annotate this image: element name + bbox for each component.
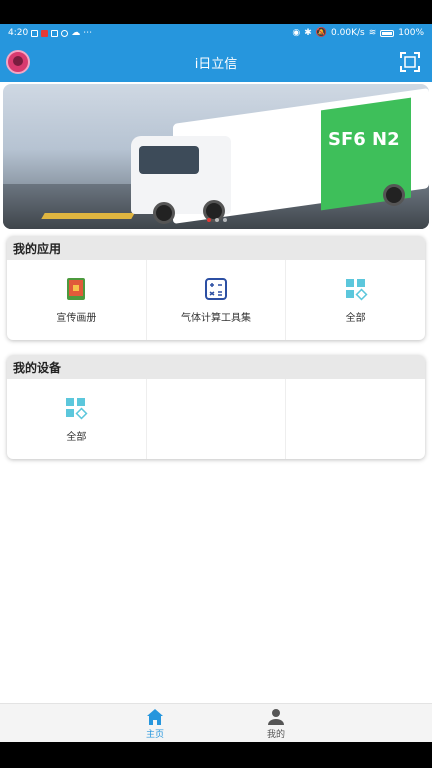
- top-bezel: [0, 0, 432, 24]
- scan-icon[interactable]: [400, 52, 420, 72]
- my-apps-title: 我的应用: [7, 236, 425, 260]
- device-empty-slot: [147, 379, 287, 459]
- my-devices-title: 我的设备: [7, 355, 425, 379]
- tab-home[interactable]: 主页: [135, 708, 175, 740]
- app-item-all[interactable]: 全部: [286, 260, 425, 340]
- device-item-all[interactable]: 全部: [7, 379, 147, 459]
- app-item-label: 全部: [345, 312, 366, 324]
- app-bar: i日立信: [0, 42, 432, 82]
- truck-window: [139, 146, 199, 174]
- truck-wheel: [383, 184, 405, 206]
- battery-icon: [380, 29, 395, 37]
- notification-icon: [41, 29, 49, 37]
- truck-wheel: [153, 202, 175, 224]
- battery-level: 100%: [398, 28, 424, 38]
- carousel-indicator: [207, 218, 227, 222]
- alarm-icon: [51, 29, 59, 37]
- tab-mine-label: 我的: [266, 730, 285, 740]
- banner-lane-marking: [41, 213, 135, 219]
- my-devices-card: 我的设备 全部: [7, 355, 425, 459]
- mute-icon: 🔕: [315, 28, 328, 38]
- all-apps-icon: [66, 397, 88, 420]
- device-item-label: 全部: [66, 431, 87, 443]
- device-empty-slot: [286, 379, 425, 459]
- trailer-text: SF6 N2: [328, 129, 400, 150]
- shield-icon: [61, 29, 69, 37]
- banner-carousel[interactable]: SF6 N2: [3, 84, 429, 229]
- app-item-gas-calculator[interactable]: 气体计算工具集: [147, 260, 287, 340]
- status-time: 4:20: [8, 28, 29, 38]
- app-item-label: 宣传画册: [56, 312, 97, 324]
- bottom-bezel: [0, 742, 432, 768]
- wifi-icon: ≋: [368, 28, 377, 38]
- calculator-icon: [205, 277, 227, 300]
- bottom-tab-bar: 主页 我的: [0, 703, 432, 742]
- app-item-label: 气体计算工具集: [181, 312, 251, 324]
- network-speed: 0.00K/s: [331, 28, 365, 38]
- sim-icon: [31, 29, 39, 37]
- person-icon: [268, 709, 284, 725]
- app-item-brochure[interactable]: 宣传画册: [7, 260, 147, 340]
- carousel-dot[interactable]: [207, 218, 211, 222]
- brochure-icon: [67, 277, 86, 300]
- carousel-dot[interactable]: [215, 218, 219, 222]
- bluetooth-icon: ✱: [304, 28, 312, 38]
- my-apps-card: 我的应用 宣传画册 气体计算工具集 全部: [7, 236, 425, 340]
- carousel-dot[interactable]: [223, 218, 227, 222]
- cloud-icon: ☁ ⋯: [71, 28, 93, 38]
- all-apps-icon: [345, 278, 368, 301]
- eye-icon: ◉: [292, 28, 301, 38]
- tab-mine[interactable]: 我的: [256, 708, 296, 740]
- tab-home-label: 主页: [145, 730, 164, 740]
- app-title: i日立信: [194, 56, 238, 72]
- avatar-icon[interactable]: [6, 50, 30, 74]
- status-bar: 4:20 ☁ ⋯ ◉ ✱ 🔕 0.00K/s ≋ 100%: [0, 24, 432, 42]
- home-icon: [147, 709, 163, 725]
